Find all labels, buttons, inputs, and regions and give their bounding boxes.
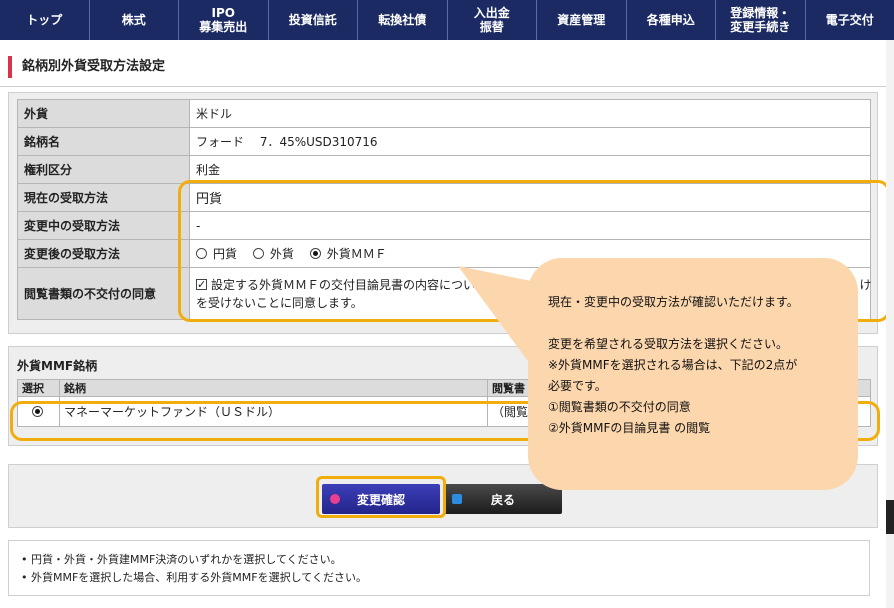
nav-assets[interactable]: 資産管理 [537, 0, 627, 40]
mmf-name: マネーマーケットファンド（ＵＳドル） [59, 396, 488, 427]
nav-deposit[interactable]: 入出金 振替 [448, 0, 537, 40]
right-label: 権利区分 [17, 155, 190, 184]
currency-value: 米ドル [189, 99, 871, 128]
nav-e-delivery[interactable]: 電子交付 [806, 0, 894, 40]
consent-text-tail: け [859, 277, 872, 292]
nav-registration[interactable]: 登録情報・ 変更手続き [716, 0, 806, 40]
current-method-value: 円貨 [189, 183, 871, 212]
callout-line: ※外貨MMFを選択される場合は、下記の2点が [548, 358, 798, 372]
issue-value: フォード 7．45%USD310716 [189, 127, 871, 156]
divider [0, 86, 894, 87]
back-icon [452, 494, 462, 504]
nav-top[interactable]: トップ [0, 0, 90, 40]
callout-line: 必要です。 [548, 379, 607, 393]
current-method-label: 現在の受取方法 [17, 183, 190, 212]
col-name: 銘柄 [59, 379, 488, 397]
issue-label: 銘柄名 [17, 127, 190, 156]
callout-line: 現在・変更中の受取方法が確認いただけます。 [548, 295, 799, 309]
col-select: 選択 [17, 379, 60, 397]
callout-bubble: 現在・変更中の受取方法が確認いただけます。 変更を希望される受取方法を選択くださ… [528, 258, 858, 490]
right-value: 利金 [189, 155, 871, 184]
after-method-label: 変更後の受取方法 [17, 239, 190, 268]
mmf-radio[interactable] [31, 405, 43, 417]
back-button[interactable]: 戻る [444, 484, 562, 514]
nav-convertible[interactable]: 転換社債 [358, 0, 448, 40]
radio-foreign[interactable] [252, 248, 264, 259]
top-nav: トップ 株式 IPO 募集売出 投資信託 転換社債 入出金 振替 資産管理 各種… [0, 0, 894, 40]
nav-funds[interactable]: 投資信託 [269, 0, 358, 40]
consent-label: 閲覧書類の不交付の同意 [17, 267, 190, 320]
radio-mmf[interactable] [309, 248, 321, 259]
consent-checkbox[interactable] [196, 276, 207, 294]
mmf-select-cell [17, 396, 60, 427]
nav-ipo[interactable]: IPO 募集売出 [179, 0, 269, 40]
option-yen[interactable]: 円貨 [196, 247, 243, 261]
notes-panel: • 円貨・外貨・外貨建MMF決済のいずれかを選択してください。 • 外貨MMFを… [8, 540, 870, 596]
currency-label: 外貨 [17, 99, 190, 128]
consent-text-2: を受けないことに同意します。 [196, 295, 363, 310]
option-mmf[interactable]: 外貨ＭＭＦ [309, 247, 393, 261]
back-label: 戻る [490, 492, 515, 507]
callout-line: 変更を希望される受取方法を選択ください。 [548, 337, 789, 351]
page-title: 銘柄別外貨受取方法設定 [8, 56, 165, 78]
nav-applications[interactable]: 各種申込 [627, 0, 716, 40]
changing-method-value: - [189, 211, 871, 240]
mmf-title: 外貨MMF銘柄 [17, 359, 98, 373]
arrow-icon [330, 494, 340, 504]
radio-yen[interactable] [196, 248, 207, 259]
confirm-label: 変更確認 [356, 492, 405, 507]
changing-method-label: 変更中の受取方法 [17, 211, 190, 240]
option-foreign[interactable]: 外貨 [252, 247, 300, 261]
callout-line: ②外貨MMFの目論見書 の閲覧 [548, 421, 711, 435]
scrollbar-thumb[interactable] [886, 500, 894, 534]
callout-line: ①閲覧書類の不交付の同意 [548, 400, 691, 414]
confirm-button[interactable]: 変更確認 [322, 484, 440, 514]
nav-stocks[interactable]: 株式 [90, 0, 179, 40]
note-item: • 外貨MMFを選択した場合、利用する外貨MMFを選択してください。 [21, 571, 367, 584]
note-item: • 円貨・外貨・外貨建MMF決済のいずれかを選択してください。 [21, 553, 342, 566]
